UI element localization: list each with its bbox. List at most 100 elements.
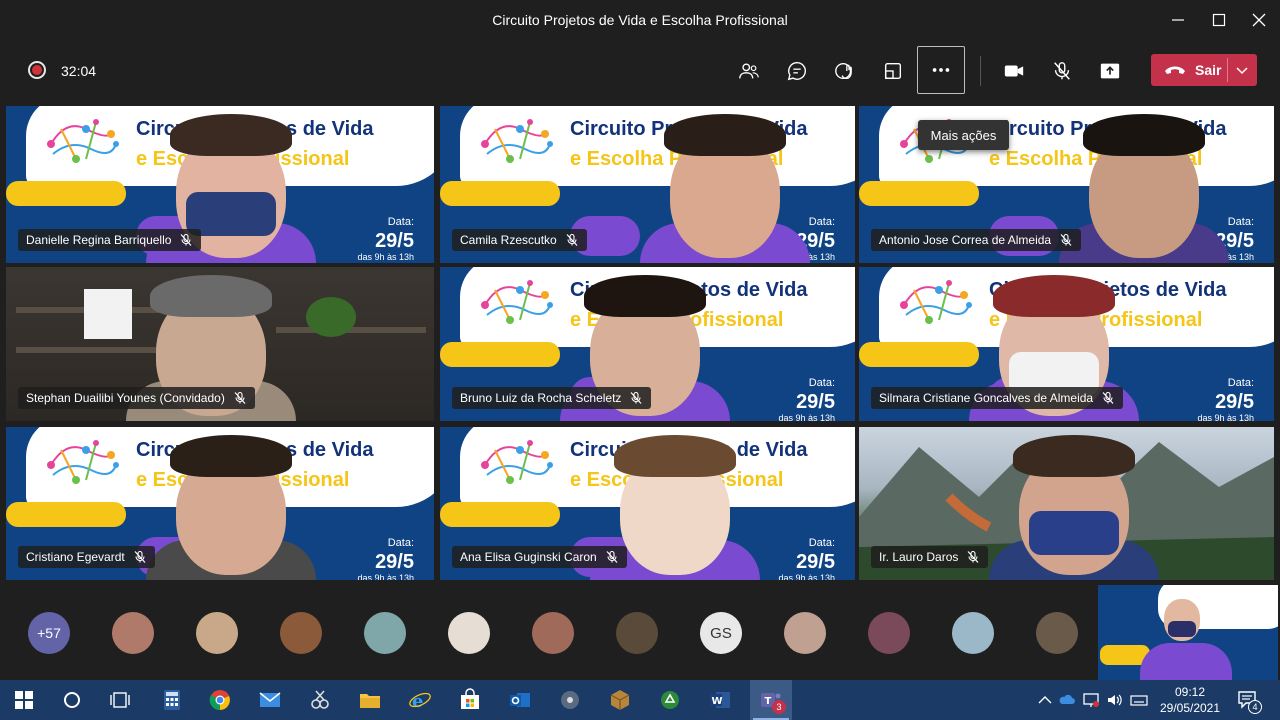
participant-video-tile[interactable]: Circuito Projetos de Vidae Escolha Profi… bbox=[440, 267, 855, 421]
participant-avatar[interactable] bbox=[196, 612, 238, 654]
participant-name: Cristiano Egevardt bbox=[26, 550, 125, 564]
calculator-app[interactable] bbox=[158, 686, 186, 714]
banner-yellow-shape bbox=[440, 181, 560, 206]
media-disc-icon bbox=[561, 691, 579, 709]
participant-name-tag: Ana Elisa Guginski Caron bbox=[452, 546, 627, 568]
mail-envelope-icon bbox=[259, 692, 281, 707]
participant-video-tile[interactable]: Circuito Projetos de Vidae Escolha Profi… bbox=[6, 427, 434, 580]
brain-logo-icon bbox=[47, 119, 119, 163]
bookshelf bbox=[16, 347, 166, 353]
participant-avatar[interactable] bbox=[868, 612, 910, 654]
close-button[interactable] bbox=[1245, 8, 1273, 32]
network-icon[interactable] bbox=[1082, 691, 1100, 709]
start-button[interactable] bbox=[10, 686, 38, 714]
banner-data-label: Data: bbox=[808, 537, 835, 549]
rooms-button[interactable] bbox=[876, 54, 910, 88]
chat-button[interactable] bbox=[780, 54, 814, 88]
store-bag-icon bbox=[461, 688, 479, 709]
banner-data-label: Data: bbox=[808, 377, 835, 389]
app-icon-11[interactable] bbox=[606, 686, 634, 714]
self-view-video[interactable] bbox=[1098, 585, 1278, 681]
participant-video-tile[interactable]: Circuito Projetos de Vidae Escolha Profi… bbox=[859, 267, 1274, 421]
calculator-icon bbox=[164, 690, 180, 710]
banner-date: 29/5 bbox=[796, 551, 835, 573]
windows-logo-icon bbox=[15, 691, 33, 709]
mail-app[interactable] bbox=[256, 686, 284, 714]
participant-avatar[interactable] bbox=[532, 612, 574, 654]
leave-label: Sair bbox=[1195, 62, 1222, 78]
self-view-body bbox=[1140, 643, 1232, 681]
participants-button[interactable] bbox=[732, 54, 766, 88]
keyboard-icon[interactable] bbox=[1130, 691, 1148, 709]
participant-avatar[interactable] bbox=[112, 612, 154, 654]
app-icon-12[interactable] bbox=[656, 686, 684, 714]
reactions-button[interactable] bbox=[828, 54, 862, 88]
banner-data-label: Data: bbox=[387, 216, 414, 228]
participant-name: Silmara Cristiane Goncalves de Almeida bbox=[879, 391, 1094, 405]
store-app[interactable] bbox=[456, 686, 484, 714]
app-icon-10[interactable] bbox=[556, 686, 584, 714]
banner-hours: das 9h às 13h bbox=[1197, 413, 1254, 421]
participant-avatar[interactable] bbox=[1036, 612, 1078, 654]
banner-data-label: Data: bbox=[387, 537, 414, 549]
participant-avatar[interactable] bbox=[952, 612, 994, 654]
file-explorer-app[interactable] bbox=[356, 686, 384, 714]
system-clock[interactable]: 09:12 29/05/2021 bbox=[1158, 684, 1222, 716]
minimize-button[interactable] bbox=[1164, 8, 1192, 32]
chrome-app[interactable] bbox=[206, 686, 234, 714]
mic-muted-icon bbox=[606, 550, 618, 563]
participant-video-tile[interactable]: Circuito Projetos de Vidae Escolha Profi… bbox=[440, 106, 855, 263]
recording-indicator-icon bbox=[28, 61, 46, 79]
mic-muted-icon bbox=[1060, 233, 1072, 246]
participant-avatar[interactable] bbox=[616, 612, 658, 654]
chrome-icon bbox=[209, 690, 230, 711]
app-icon-4[interactable] bbox=[306, 686, 334, 714]
word-app[interactable]: W bbox=[706, 686, 734, 714]
participant-video-tile[interactable]: Circuito Projetos de Vidae Escolha Profi… bbox=[440, 427, 855, 580]
brain-logo-icon bbox=[47, 440, 119, 484]
leave-button[interactable]: Sair bbox=[1151, 54, 1257, 86]
svg-text:T: T bbox=[765, 696, 772, 707]
mic-button[interactable] bbox=[1045, 54, 1079, 88]
banner-yellow-shape bbox=[440, 502, 560, 527]
participant-avatar[interactable] bbox=[280, 612, 322, 654]
task-view-button[interactable] bbox=[106, 686, 134, 714]
participant-video-tile[interactable]: Stephan Duailibi Younes (Convidado) bbox=[6, 267, 434, 421]
more-actions-button[interactable] bbox=[917, 46, 965, 94]
participant-avatar[interactable] bbox=[448, 612, 490, 654]
banner-data-label: Data: bbox=[808, 216, 835, 228]
clock-time: 09:12 bbox=[1174, 685, 1206, 699]
search-button[interactable] bbox=[58, 686, 86, 714]
camera-button[interactable] bbox=[997, 54, 1031, 88]
wall-frame bbox=[84, 289, 132, 339]
folder-icon bbox=[360, 694, 380, 708]
participant-avatar[interactable] bbox=[364, 612, 406, 654]
meeting-timer: 32:04 bbox=[61, 63, 97, 79]
participant-video-tile[interactable]: Circuito Projetos de Vidae Escolha Profi… bbox=[6, 106, 434, 263]
chevron-up-icon[interactable] bbox=[1036, 691, 1054, 709]
onedrive-cloud-icon[interactable] bbox=[1058, 691, 1076, 709]
outlook-icon bbox=[510, 693, 530, 707]
participant-avatar[interactable] bbox=[784, 612, 826, 654]
internet-explorer-app[interactable]: e bbox=[406, 686, 434, 714]
volume-icon[interactable] bbox=[1106, 691, 1124, 709]
banner-yellow-shape bbox=[859, 342, 979, 367]
banner-date: 29/5 bbox=[796, 391, 835, 413]
outlook-app[interactable] bbox=[506, 686, 534, 714]
chevron-down-icon[interactable] bbox=[1235, 63, 1249, 77]
share-button[interactable] bbox=[1093, 54, 1127, 88]
plant bbox=[306, 297, 356, 337]
participant-name-tag: Antonio Jose Correa de Almeida bbox=[871, 229, 1082, 251]
maximize-button[interactable] bbox=[1205, 8, 1233, 32]
hair bbox=[150, 275, 272, 317]
mic-muted-icon bbox=[234, 391, 246, 404]
participant-name-tag: Camila Rzescutko bbox=[452, 229, 587, 251]
hair bbox=[1013, 435, 1135, 477]
participant-avatar-initials[interactable]: GS bbox=[700, 612, 742, 654]
windows-taskbar: e W T 3 09:12 29/05/2021 4 bbox=[0, 680, 1280, 720]
participant-name: Danielle Regina Barriquello bbox=[26, 233, 172, 247]
mic-muted-icon bbox=[630, 391, 642, 404]
participant-video-tile[interactable]: Ir. Lauro Daros bbox=[859, 427, 1274, 580]
participant-name-tag: Ir. Lauro Daros bbox=[871, 546, 989, 568]
overflow-participants-button[interactable]: +57 bbox=[28, 612, 70, 654]
